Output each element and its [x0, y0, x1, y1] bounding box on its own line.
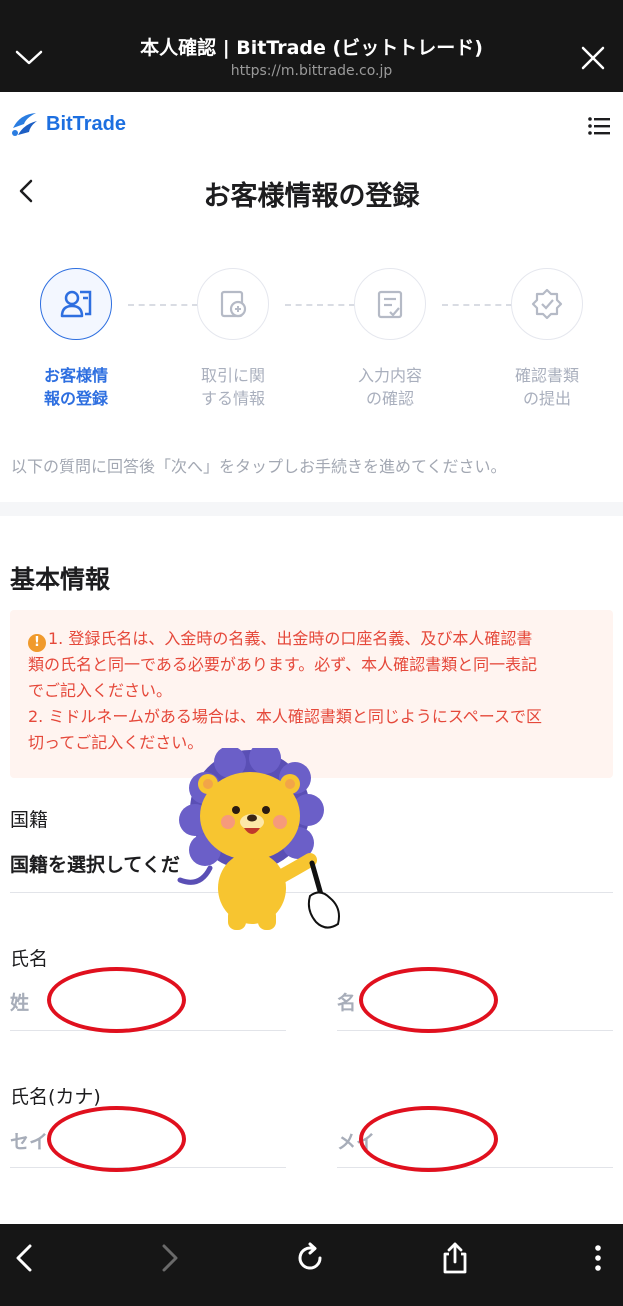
- step-label-line2: の提出: [522, 389, 571, 408]
- coin-document-icon: [197, 268, 269, 340]
- highlight-oval: [359, 967, 498, 1033]
- step-label-line2: する情報: [200, 389, 265, 408]
- first-name-input[interactable]: 名: [337, 988, 356, 1015]
- bittrade-logo-icon: [12, 113, 37, 136]
- step-confirm-input: 入力内容 の確認: [330, 268, 450, 410]
- user-id-icon: [40, 268, 112, 340]
- browser-page-title: 本人確認 | BitTrade (ビットトレード): [140, 37, 483, 59]
- section-divider: [0, 502, 623, 516]
- highlight-oval: [47, 1106, 186, 1172]
- progress-steps: お客様情 報の登録 取引に関 する情報 入力内容 の確認 確認書類 の提出: [0, 268, 623, 418]
- chevron-down-icon[interactable]: [12, 40, 46, 74]
- nationality-select[interactable]: 国籍を選択してくだ: [10, 850, 180, 877]
- nationality-label: 国籍: [10, 809, 49, 831]
- notice-line: でご記入ください。: [28, 681, 173, 700]
- instruction-text: 以下の質問に回答後「次へ」をタップしお手続きを進めてください。: [11, 457, 507, 476]
- name-label: 氏名: [10, 948, 49, 970]
- browser-bottom-bar: [0, 1224, 623, 1306]
- highlight-oval: [47, 967, 186, 1033]
- step-label-line1: 取引に関: [200, 366, 265, 385]
- last-name-underline: [10, 1030, 286, 1031]
- close-icon[interactable]: [577, 42, 609, 74]
- browser-url: https://m.bittrade.co.jp: [230, 63, 393, 79]
- menu-icon[interactable]: [587, 114, 611, 138]
- notice-line: 2. ミドルネームがある場合は、本人確認書類と同じようにスペースで区: [28, 707, 542, 726]
- section-title: 基本情報: [10, 565, 111, 594]
- page-title: お客様情報の登録: [203, 181, 420, 212]
- reload-icon[interactable]: [293, 1240, 329, 1276]
- checklist-icon: [354, 268, 426, 340]
- first-name-underline: [337, 1030, 613, 1031]
- browser-top-bar: 本人確認 | BitTrade (ビットトレード) https://m.bitt…: [0, 0, 623, 92]
- bittrade-logo[interactable]: BitTrade: [10, 110, 126, 138]
- step-label-line1: 確認書類: [514, 366, 579, 385]
- step-customer-info: お客様情 報の登録: [16, 268, 136, 410]
- last-name-input[interactable]: 姓: [10, 988, 29, 1015]
- notice-line: 1. 登録氏名は、入金時の名義、出金時の口座名義、及び本人確認書: [48, 629, 533, 648]
- step-trading-info: 取引に関 する情報: [173, 268, 293, 410]
- badge-check-icon: [511, 268, 583, 340]
- lion-mascot-icon: [177, 748, 340, 930]
- browser-forward-icon[interactable]: [150, 1240, 186, 1276]
- step-label-line2: 報の登録: [43, 389, 108, 408]
- share-icon[interactable]: [437, 1240, 473, 1276]
- step-submit-documents: 確認書類 の提出: [487, 268, 607, 410]
- name-kana-label: 氏名(カナ): [10, 1086, 101, 1108]
- step-label-line1: お客様情: [43, 366, 108, 385]
- browser-back-icon[interactable]: [8, 1240, 44, 1276]
- step-label-line2: の確認: [365, 389, 414, 408]
- notice-line: 類の氏名と同一である必要があります。必ず、本人確認書類と同一表記: [28, 655, 538, 674]
- step-label-line1: 入力内容: [357, 366, 422, 385]
- page-header: お客様情報の登録: [0, 162, 623, 222]
- more-options-icon[interactable]: [580, 1240, 616, 1276]
- first-kana-underline: [337, 1167, 613, 1168]
- highlight-oval: [359, 1106, 498, 1172]
- site-header: BitTrade: [0, 92, 623, 162]
- logo-text: BitTrade: [46, 112, 127, 135]
- warning-icon: !: [28, 634, 46, 652]
- last-kana-input[interactable]: セイ: [10, 1127, 48, 1154]
